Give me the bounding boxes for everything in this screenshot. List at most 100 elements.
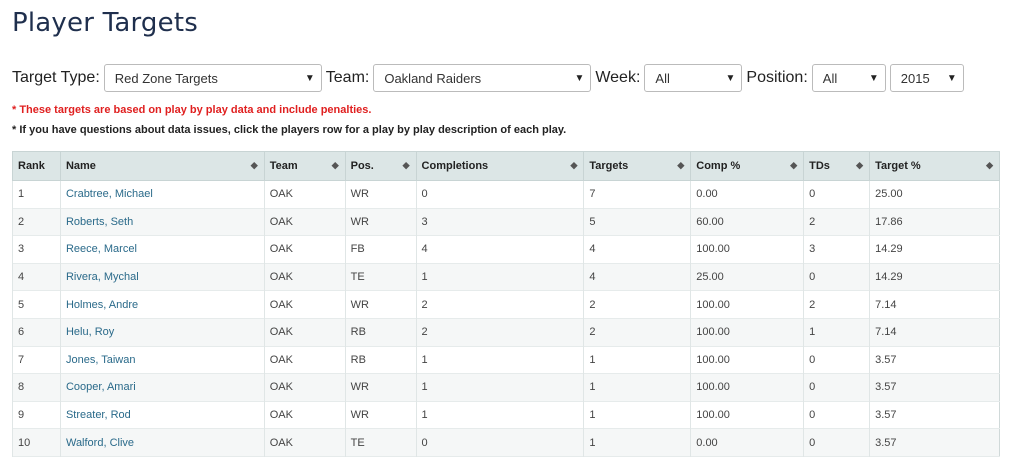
table-row[interactable]: 8 Cooper, Amari OAK WR 1 1 100.00 0 3.57 xyxy=(12,373,1000,402)
table-cell: OAK xyxy=(263,290,346,319)
table-row[interactable]: 10 Walford, Clive OAK TE 0 1 0.00 0 3.57 xyxy=(12,428,1000,457)
target-type-select[interactable]: Red Zone Targets ▼ xyxy=(103,64,322,92)
table-cell: 2 xyxy=(583,290,691,319)
column-header-label: TDs xyxy=(809,160,830,172)
table-cell: OAK xyxy=(263,401,346,429)
caret-down-icon: ▼ xyxy=(868,72,879,84)
table-cell: OAK xyxy=(263,180,346,209)
table-cell: 3.57 xyxy=(869,401,1000,429)
player-name-link[interactable]: Holmes, Andre xyxy=(59,290,265,319)
table-cell: 100.00 xyxy=(690,346,804,374)
table-cell: 3 xyxy=(803,235,870,264)
player-name-link[interactable]: Walford, Clive xyxy=(59,428,265,457)
player-name-link[interactable]: Jones, Taiwan xyxy=(59,346,265,374)
column-header[interactable]: Completions ◆ xyxy=(415,151,585,181)
page-title: Player Targets xyxy=(12,8,198,38)
table-cell: TE xyxy=(344,263,417,291)
table-cell: 7 xyxy=(583,180,691,209)
player-name-link[interactable]: Rivera, Mychal xyxy=(59,263,265,291)
position-label: Position: xyxy=(746,69,808,86)
table-cell: OAK xyxy=(263,235,346,264)
table-cell: 1 xyxy=(415,401,584,429)
table-cell: 100.00 xyxy=(690,373,804,402)
table-cell: 3.57 xyxy=(869,373,1000,402)
table-cell: 0 xyxy=(415,428,584,457)
season-value: 2015 xyxy=(900,70,930,86)
column-header[interactable]: Targets ◆ xyxy=(583,151,692,181)
table-cell: 4 xyxy=(583,235,691,264)
column-header[interactable]: Comp % ◆ xyxy=(690,151,805,181)
penalty-note: * These targets are based on play by pla… xyxy=(12,104,372,116)
sort-icon[interactable]: ◆ xyxy=(403,160,410,171)
table-row[interactable]: 7 Jones, Taiwan OAK RB 1 1 100.00 0 3.57 xyxy=(12,346,1000,374)
table-cell: OAK xyxy=(263,428,346,457)
table-cell: 2 xyxy=(12,208,61,236)
sort-icon[interactable]: ◆ xyxy=(856,160,863,171)
table-row[interactable]: 2 Roberts, Seth OAK WR 3 5 60.00 2 17.86 xyxy=(12,208,1000,236)
target-type-label: Target Type: xyxy=(12,69,100,86)
sort-icon[interactable]: ◆ xyxy=(677,160,684,171)
player-name-link[interactable]: Cooper, Amari xyxy=(59,373,265,402)
table-cell: 2 xyxy=(415,318,584,347)
season-select[interactable]: 2015 ▼ xyxy=(889,64,964,92)
table-cell: 0 xyxy=(803,373,870,402)
table-row[interactable]: 5 Holmes, Andre OAK WR 2 2 100.00 2 7.14 xyxy=(12,290,1000,319)
table-cell: 5 xyxy=(12,290,61,319)
column-header[interactable]: Pos. ◆ xyxy=(344,151,417,181)
table-cell: 0.00 xyxy=(690,428,804,457)
column-header[interactable]: Team ◆ xyxy=(263,151,346,181)
sort-icon[interactable]: ◆ xyxy=(251,160,258,171)
player-name-link[interactable]: Helu, Roy xyxy=(59,318,265,347)
caret-down-icon: ▼ xyxy=(725,72,736,84)
position-value: All xyxy=(822,70,838,86)
table-cell: 17.86 xyxy=(869,208,1000,236)
table-cell: 2 xyxy=(415,290,584,319)
player-name-link[interactable]: Streater, Rod xyxy=(59,401,265,429)
column-header: Rank xyxy=(12,151,61,181)
table-cell: WR xyxy=(344,208,417,236)
table-row[interactable]: 1 Crabtree, Michael OAK WR 0 7 0.00 0 25.00 xyxy=(12,180,1000,209)
column-header[interactable]: Name ◆ xyxy=(59,151,265,181)
table-cell: 0.00 xyxy=(690,180,804,209)
week-select[interactable]: All ▼ xyxy=(644,64,743,92)
table-cell: 0 xyxy=(803,428,870,457)
table-row[interactable]: 3 Reece, Marcel OAK FB 4 4 100.00 3 14.29 xyxy=(12,235,1000,264)
table-cell: OAK xyxy=(263,346,346,374)
player-name-link[interactable]: Reece, Marcel xyxy=(59,235,265,264)
sort-icon[interactable]: ◆ xyxy=(332,160,339,171)
table-row[interactable]: 9 Streater, Rod OAK WR 1 1 100.00 0 3.57 xyxy=(12,401,1000,429)
sort-icon[interactable]: ◆ xyxy=(570,160,577,171)
sort-icon[interactable]: ◆ xyxy=(790,160,797,171)
table-row[interactable]: 6 Helu, Roy OAK RB 2 2 100.00 1 7.14 xyxy=(12,318,1000,347)
table-row[interactable]: 4 Rivera, Mychal OAK TE 1 4 25.00 0 14.29 xyxy=(12,263,1000,291)
column-header[interactable]: TDs ◆ xyxy=(803,151,871,181)
table-cell: 1 xyxy=(583,401,691,429)
column-header-label: Target % xyxy=(875,160,921,172)
team-select[interactable]: Oakland Raiders ▼ xyxy=(373,64,592,92)
table-cell: OAK xyxy=(263,208,346,236)
sort-icon[interactable]: ◆ xyxy=(986,160,993,171)
table-cell: 3 xyxy=(415,208,584,236)
table-cell: 14.29 xyxy=(869,263,1000,291)
team-value: Oakland Raiders xyxy=(384,70,482,86)
table-cell: 7.14 xyxy=(869,290,1000,319)
column-header-label: Team xyxy=(269,160,298,172)
position-select[interactable]: All ▼ xyxy=(811,64,886,92)
table-cell: 25.00 xyxy=(690,263,804,291)
table-cell: 14.29 xyxy=(869,235,1000,264)
column-header-label: Name xyxy=(65,160,96,172)
filter-bar: Target Type: Red Zone Targets ▼ Team: Oa… xyxy=(12,63,1022,93)
table-cell: 1 xyxy=(415,373,584,402)
table-cell: 60.00 xyxy=(690,208,804,236)
table-cell: WR xyxy=(344,180,417,209)
table-cell: 1 xyxy=(803,318,870,347)
table-cell: 6 xyxy=(12,318,61,347)
caret-down-icon: ▼ xyxy=(946,72,957,84)
table-cell: 4 xyxy=(583,263,691,291)
table-cell: 4 xyxy=(415,235,584,264)
column-header[interactable]: Target % ◆ xyxy=(869,151,1000,181)
player-name-link[interactable]: Roberts, Seth xyxy=(59,208,265,236)
column-header-label: Completions xyxy=(421,160,489,172)
week-label: Week: xyxy=(595,69,641,86)
player-name-link[interactable]: Crabtree, Michael xyxy=(59,180,265,209)
